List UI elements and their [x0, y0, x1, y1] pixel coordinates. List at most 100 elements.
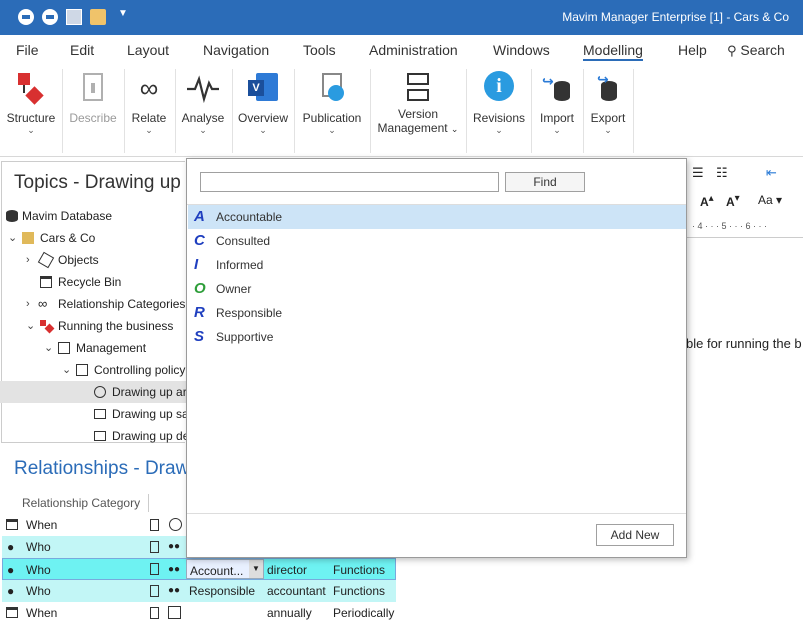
menu-windows[interactable]: Windows [493, 42, 550, 58]
calendar-icon [6, 607, 18, 618]
publication-button[interactable]: Publication ⌄ [298, 69, 366, 149]
chevron-down-icon[interactable]: ▼ [249, 560, 263, 578]
folder-icon[interactable] [90, 9, 106, 25]
document-text: ble for running the b [686, 336, 802, 351]
tree-item-drawing-up-2[interactable]: Drawing up sa [0, 403, 186, 425]
chevron-down-icon: ⌄ [604, 125, 612, 135]
publication-icon [315, 71, 349, 105]
person-icon: ● [7, 584, 15, 598]
import-button[interactable]: ↪ Import ⌄ [534, 69, 580, 149]
tree-item-objects[interactable]: › Objects [0, 249, 186, 271]
relationship-row[interactable]: When annually Periodically [2, 602, 396, 624]
chevron-right-icon[interactable]: › [26, 249, 30, 271]
tree-item-drawing-up-3[interactable]: Drawing up de [0, 425, 186, 447]
structure-icon [40, 320, 55, 334]
export-label: Export [590, 111, 626, 125]
shrink-font-icon[interactable]: A▾ [726, 193, 740, 209]
add-new-button[interactable]: Add New [596, 524, 674, 546]
management-label: Management [377, 121, 448, 135]
option-consulted[interactable]: C Consulted [188, 229, 686, 253]
relation-type-combobox[interactable]: Account... ▼ [186, 559, 264, 579]
person-icon: ● [7, 540, 15, 554]
informed-icon: I [194, 256, 199, 273]
option-responsible[interactable]: R Responsible [188, 301, 686, 325]
export-button[interactable]: ↪ Export ⌄ [586, 69, 630, 149]
owner-icon: O [194, 280, 206, 297]
describe-label: Describe [69, 111, 117, 125]
chevron-right-icon[interactable]: › [26, 293, 30, 315]
tree-item-drawing-up-1[interactable]: Drawing up ar [0, 381, 186, 403]
list-icon[interactable]: ☰ [692, 165, 704, 181]
menu-layout[interactable]: Layout [127, 42, 169, 58]
numbered-list-icon[interactable]: ☷ [716, 165, 728, 181]
relationship-row-selected[interactable]: ● Who ●● Account... ▼ director Functions [2, 558, 396, 580]
search-icon: ⚲ [727, 43, 737, 58]
tree-item-running-business[interactable]: ⌄ Running the business [0, 315, 186, 337]
export-icon: ↪ [591, 71, 625, 105]
menu-modelling[interactable]: Modelling [583, 42, 643, 61]
document-icon [150, 585, 159, 597]
chevron-down-icon: ⌄ [145, 125, 153, 135]
overview-button[interactable]: V Overview ⌄ [236, 69, 290, 149]
column-header-category[interactable]: Relationship Category [22, 494, 150, 512]
chevron-down-icon[interactable]: ⌄ [62, 359, 71, 381]
option-supportive[interactable]: S Supportive [188, 325, 686, 349]
chevron-down-icon[interactable]: ⌄ [26, 315, 35, 337]
consulted-icon: C [194, 232, 205, 249]
menu-administration[interactable]: Administration [369, 42, 458, 58]
window-title: Mavim Manager Enterprise [1] - Cars & Co [562, 10, 789, 24]
menu-file[interactable]: File [16, 42, 39, 58]
tree-item-relationship-categories[interactable]: › ∞ Relationship Categories [0, 293, 186, 315]
structure-button[interactable]: Structure ⌄ [4, 69, 58, 149]
quick-access-dropdown-icon[interactable]: ▼ [118, 8, 134, 24]
visio-icon: V [246, 71, 280, 105]
rectangle-icon [94, 431, 106, 441]
change-case-icon[interactable]: Aa ▾ [758, 193, 782, 207]
person-icon: ● [7, 563, 15, 577]
pulse-icon [186, 71, 220, 105]
square-icon [76, 364, 88, 376]
tree-item-controlling-policy[interactable]: ⌄ Controlling policy [0, 359, 186, 381]
info-icon: i [482, 71, 516, 105]
revisions-button[interactable]: i Revisions ⌄ [470, 69, 528, 149]
title-bar: ▼ Mavim Manager Enterprise [1] - Cars & … [0, 0, 803, 35]
group-icon: ●● [168, 585, 181, 596]
tree-item-management[interactable]: ⌄ Management [0, 337, 186, 359]
chevron-down-icon[interactable]: ⌄ [8, 227, 17, 249]
menu-search[interactable]: ⚲ Search [727, 42, 785, 59]
menu-tools[interactable]: Tools [303, 42, 336, 58]
analyse-label: Analyse [181, 111, 225, 125]
structure-label: Structure [6, 111, 56, 125]
menu-navigation[interactable]: Navigation [203, 42, 269, 58]
group-icon: ●● [168, 564, 181, 575]
chevron-down-icon[interactable]: ⌄ [44, 337, 53, 359]
relationships-title: Relationships - Draw [14, 458, 190, 479]
tree-item-database[interactable]: Mavim Database [0, 205, 186, 227]
publication-label: Publication [302, 111, 362, 125]
menu-help[interactable]: Help [678, 42, 707, 58]
image-icon [168, 606, 181, 619]
option-owner[interactable]: O Owner [188, 277, 686, 301]
import-label: Import [539, 111, 574, 125]
option-informed[interactable]: I Informed [188, 253, 686, 277]
find-button[interactable]: Find [505, 172, 585, 192]
tree-item-cars[interactable]: ⌄ Cars & Co [0, 227, 186, 249]
describe-button[interactable]: Describe [66, 69, 120, 149]
grow-font-icon[interactable]: A▴ [700, 193, 714, 209]
version-label: Version [397, 107, 439, 121]
version-management-button[interactable]: Version Management ⌄ [374, 69, 462, 149]
version-icon [401, 71, 435, 105]
tree-item-recycle-bin[interactable]: Recycle Bin [0, 271, 186, 293]
window-icon[interactable] [66, 9, 82, 25]
search-input[interactable] [200, 172, 499, 192]
forward-icon[interactable] [42, 9, 58, 25]
relate-button[interactable]: ∞ Relate ⌄ [126, 69, 172, 149]
accountable-icon: A [194, 208, 205, 225]
option-accountable[interactable]: A Accountable [188, 205, 686, 229]
menu-edit[interactable]: Edit [70, 42, 94, 58]
analyse-button[interactable]: Analyse ⌄ [178, 69, 228, 149]
indent-icon[interactable]: ⇤ [766, 165, 777, 181]
relationship-row[interactable]: ● Who ●● Responsible accountant Function… [2, 580, 396, 602]
back-icon[interactable] [18, 9, 34, 25]
document-icon [150, 519, 159, 531]
